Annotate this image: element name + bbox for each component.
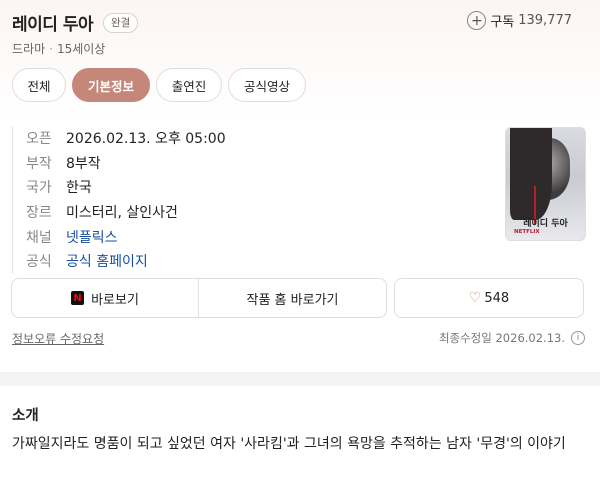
info-list: 오픈 2026.02.13. 오후 05:00 부작 8부작 국가 한국 장르 …: [12, 126, 226, 274]
rating-text: 15세이상: [56, 42, 106, 56]
tab-basic-info[interactable]: 기본정보: [72, 68, 150, 102]
plus-icon: +: [467, 11, 487, 30]
report-error-link[interactable]: 정보오류 수정요청: [12, 330, 104, 347]
info-row-country: 국가 한국: [26, 175, 226, 200]
info-value: 8부작: [66, 155, 101, 172]
updated-text: 최종수정일 2026.02.13.: [438, 331, 565, 345]
tab-all[interactable]: 전체: [12, 68, 66, 102]
subscribe-button[interactable]: + 구독 139,777: [467, 11, 572, 30]
channel-link[interactable]: 넷플릭스: [66, 227, 118, 247]
like-button[interactable]: ♡ 548: [394, 278, 584, 318]
info-key: 공식: [26, 254, 52, 271]
poster-image[interactable]: 레이디 두아 NETFLIX: [505, 127, 586, 241]
poster-network: NETFLIX: [514, 229, 540, 235]
info-row-genre: 장르 미스터리, 살인사건: [26, 200, 226, 225]
separator-dot: ·: [49, 42, 53, 56]
action-group: N 바로보기 작품 홈 바로가기: [11, 278, 387, 318]
info-row-channel: 채널 넷플릭스: [26, 224, 226, 249]
page-title: 레이디 두아: [12, 15, 94, 35]
poster-title: 레이디 두아: [523, 219, 568, 229]
series-home-label: 작품 홈 바로가기: [246, 292, 339, 308]
info-row-official: 공식 공식 홈페이지: [26, 249, 226, 274]
subscribe-label: 구독: [490, 15, 515, 30]
info-icon[interactable]: i: [571, 331, 585, 345]
like-count: 548: [484, 290, 510, 306]
official-homepage-link[interactable]: 공식 홈페이지: [66, 251, 148, 271]
status-badge: 완결: [103, 13, 139, 33]
info-key: 부작: [26, 155, 52, 172]
info-key: 국가: [26, 180, 52, 197]
netflix-icon: N: [71, 291, 85, 305]
updated-info: 최종수정일 2026.02.13. i: [439, 330, 585, 346]
intro-text: 가짜일지라도 명품이 되고 싶었던 여자 '사라킴'과 그녀의 욕망을 추적하는…: [12, 436, 566, 452]
tab-bar: 전체 기본정보 출연진 공식영상: [12, 68, 306, 102]
info-value: 2026.02.13. 오후 05:00: [66, 131, 226, 148]
subscribe-count: 139,777: [518, 13, 572, 28]
info-key: 채널: [26, 229, 52, 246]
info-key: 장르: [26, 205, 52, 222]
tab-official-video[interactable]: 공식영상: [228, 68, 306, 102]
series-home-button[interactable]: 작품 홈 바로가기: [199, 279, 386, 317]
info-key: 오픈: [26, 131, 52, 148]
heart-icon: ♡: [468, 290, 482, 306]
watch-button[interactable]: N 바로보기: [12, 279, 199, 317]
genre-text: 드라마: [12, 42, 46, 56]
info-value: 한국: [66, 180, 92, 197]
intro-title: 소개: [12, 408, 39, 424]
watch-label: 바로보기: [91, 292, 139, 308]
info-row-episodes: 부작 8부작: [26, 151, 226, 176]
info-row-open: 오픈 2026.02.13. 오후 05:00: [26, 126, 226, 151]
like-inner: ♡ 548: [395, 279, 583, 317]
meta-line: 드라마 · 15세이상: [12, 40, 105, 57]
tab-cast[interactable]: 출연진: [156, 68, 222, 102]
info-value: 미스터리, 살인사건: [66, 205, 178, 222]
poster-hair: [510, 128, 552, 220]
